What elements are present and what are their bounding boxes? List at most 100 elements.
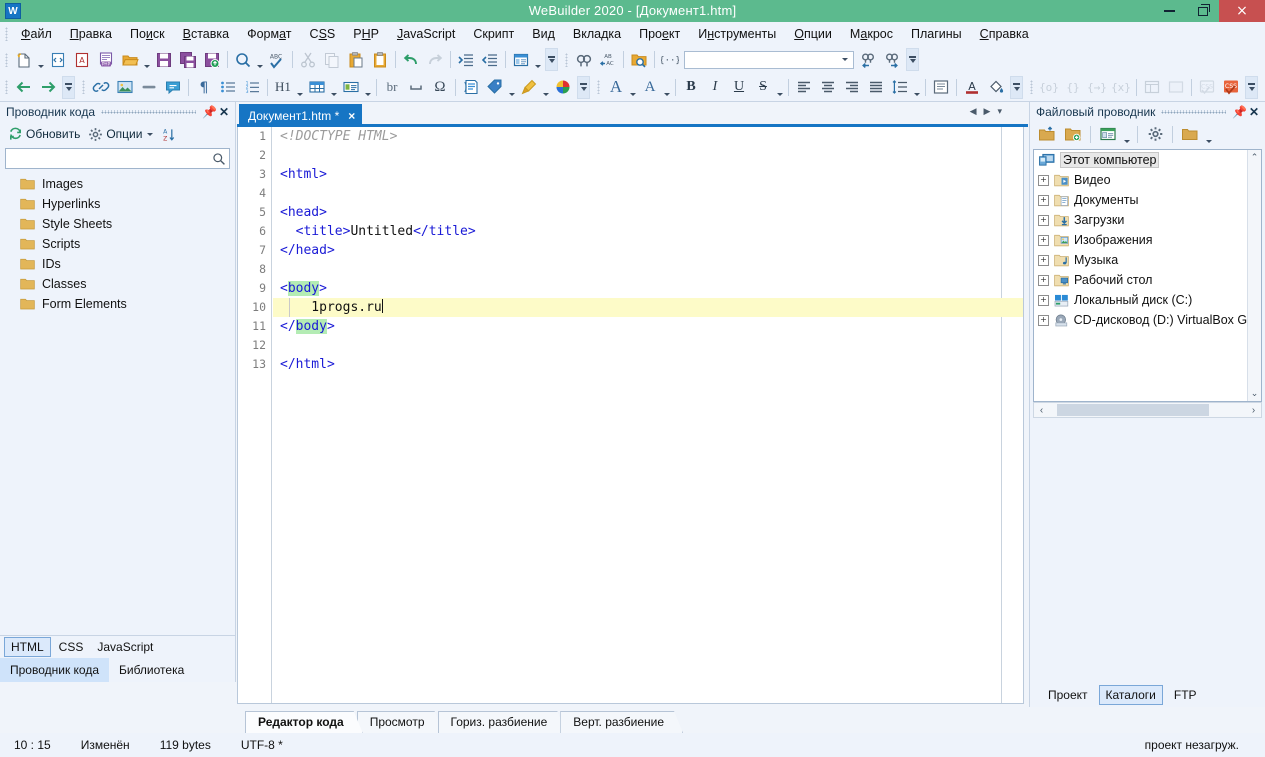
toolbar-overflow-chevron-4[interactable] [577,75,590,99]
preview-search-icon[interactable] [231,48,255,71]
code-line[interactable]: <html> [273,165,1023,184]
align-center-icon[interactable] [816,76,840,99]
expand-icon[interactable]: + [1038,194,1049,206]
menu-javascript[interactable]: JavaScript [388,24,464,44]
expand-icon[interactable]: + [1038,254,1049,266]
style-brush-icon[interactable] [517,76,541,99]
file-tree-item-local-disk-c[interactable]: + Локальный диск (C:) [1034,290,1261,310]
menu-grip[interactable] [5,27,8,41]
menu-view[interactable]: Вид [523,24,564,44]
find-previous-icon[interactable] [856,48,880,71]
file-explorer-horizontal-scrollbar[interactable]: ‹ › [1033,402,1262,418]
font-size-icon[interactable]: A [638,76,662,99]
tree-item-form-elements[interactable]: Form Elements [0,294,235,314]
menu-script[interactable]: Скрипт [464,24,523,44]
preview-dropdown[interactable] [255,45,265,74]
search-input[interactable] [6,149,209,168]
view-mode-dropdown[interactable] [1122,120,1132,149]
toolbar-grip-3[interactable] [5,80,8,94]
tree-item-scripts[interactable]: Scripts [0,234,235,254]
font-dropdown[interactable] [628,73,638,102]
menu-file[interactable]: Файл [12,24,61,44]
code-line[interactable]: <title>Untitled</title> [273,222,1023,241]
view-mode-icon[interactable] [1096,123,1120,146]
toolbar-grip-2[interactable] [565,52,568,67]
layout-icon[interactable] [509,48,533,71]
scroll-left-icon[interactable]: ‹ [1034,405,1049,416]
settings-gear-icon[interactable] [1143,123,1167,146]
line-height-icon[interactable] [888,76,912,99]
file-tree-item-video[interactable]: + Видео [1034,170,1261,190]
scroll-thumb[interactable] [1057,404,1209,416]
new-php-icon[interactable]: PHP [94,48,118,71]
undo-icon[interactable] [399,48,423,71]
toolbar-overflow-chevron-3[interactable] [62,75,75,99]
toolbar-grip-5[interactable] [597,80,600,94]
find-icon[interactable] [572,48,596,71]
tab-preview[interactable]: Просмотр [357,711,444,733]
expand-icon[interactable]: + [1038,294,1049,306]
tab-code-editor[interactable]: Редактор кода [245,711,363,733]
font-color-icon[interactable]: A [960,76,984,99]
tab-prev-icon[interactable]: ◀ [970,106,977,117]
nbsp-icon[interactable] [404,76,428,99]
bullet-list-icon[interactable] [216,76,240,99]
file-tree-item-this-pc[interactable]: Этот компьютер [1034,150,1261,170]
form-dropdown[interactable] [363,73,373,102]
line-height-dropdown[interactable] [912,73,922,102]
find-next-icon[interactable] [880,48,904,71]
pin-icon[interactable]: 📌 [1232,105,1247,119]
menu-php[interactable]: PHP [344,24,388,44]
layout-dropdown[interactable] [533,45,543,74]
horizontal-rule-icon[interactable] [137,76,161,99]
background-color-icon[interactable] [984,76,1008,99]
file-tree-item-pictures[interactable]: + Изображения [1034,230,1261,250]
pin-icon[interactable]: 📌 [202,105,217,119]
italic-icon[interactable]: I [703,76,727,99]
tab-list-icon[interactable]: ▾ [997,106,1002,117]
css-validate-icon[interactable]: CSS [1195,76,1219,99]
sort-button[interactable]: AZ [158,125,180,144]
menu-edit[interactable]: Правка [61,24,121,44]
tab-vertical-split[interactable]: Верт. разбиение [560,711,683,733]
tag-dropdown[interactable] [507,73,517,102]
spellcheck-icon[interactable]: ABC [265,48,289,71]
options-button[interactable]: Опции [85,125,156,144]
tab-next-icon[interactable]: ▶ [984,106,991,117]
php-var-icon[interactable]: {x} [1109,76,1133,99]
align-left-icon[interactable] [792,76,816,99]
bookmark-dropdown[interactable] [1204,120,1214,149]
tab-library[interactable]: Библиотека [109,658,194,682]
insert-image-icon[interactable] [113,76,137,99]
tag-icon[interactable] [483,76,507,99]
copy-icon[interactable] [320,48,344,71]
php-open-icon[interactable]: {o} [1037,76,1061,99]
save-icon[interactable] [152,48,176,71]
file-tree-item-downloads[interactable]: + Загрузки [1034,210,1261,230]
code-lines[interactable]: <!DOCTYPE HTML> <html> <head> <title>Unt… [273,127,1023,703]
menu-tools[interactable]: Инструменты [689,24,785,44]
heading-icon[interactable]: H1 [271,76,295,99]
new-file-dropdown[interactable] [36,45,46,74]
new-from-template-icon[interactable] [46,48,70,71]
open-file-icon[interactable] [118,48,142,71]
lang-html-button[interactable]: HTML [4,637,51,657]
toolbar-grip-4[interactable] [82,80,85,94]
new-folder-icon[interactable] [1061,123,1085,146]
tab-horizontal-split[interactable]: Гориз. разбиение [438,711,567,733]
font-icon[interactable]: A [604,76,628,99]
file-tree-item-documents[interactable]: + Документы [1034,190,1261,210]
php-echo-icon[interactable]: {→} [1085,76,1109,99]
save-upload-icon[interactable] [200,48,224,71]
quick-find-combo[interactable] [684,50,854,69]
menu-search[interactable]: Поиск [121,24,174,44]
maximize-button[interactable] [1186,0,1219,22]
menu-insert[interactable]: Вставка [174,24,238,44]
open-file-dropdown[interactable] [142,45,152,74]
code-line[interactable]: </html> [273,355,1023,374]
file-explorer-tree[interactable]: Этот компьютер + Видео + Документы + Заг… [1033,149,1262,402]
expand-icon[interactable]: + [1038,174,1049,186]
underline-icon[interactable]: U [727,76,751,99]
cut-icon[interactable] [296,48,320,71]
menu-help[interactable]: Справка [971,24,1038,44]
